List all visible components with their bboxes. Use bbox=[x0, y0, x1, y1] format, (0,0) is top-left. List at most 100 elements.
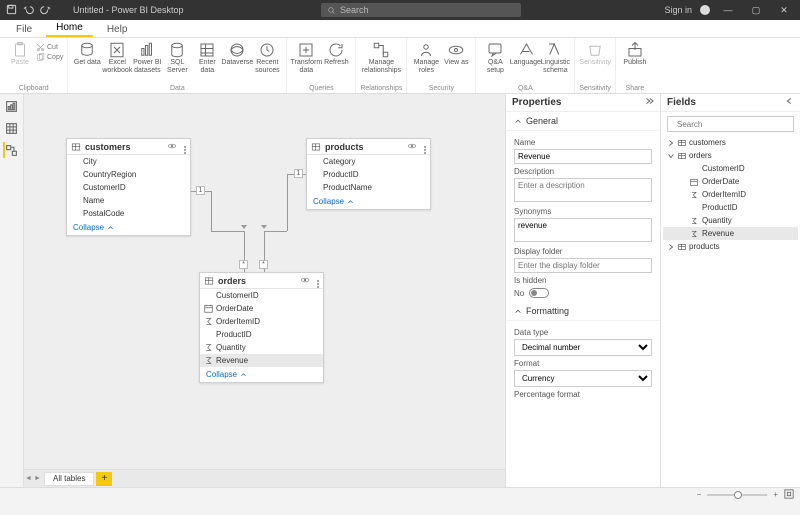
signin-link[interactable]: Sign in bbox=[664, 5, 692, 15]
field-selected[interactable]: Revenue bbox=[200, 354, 323, 367]
prop-folder-label: Display folder bbox=[514, 247, 652, 256]
minimize-button[interactable]: — bbox=[718, 5, 738, 15]
table-products[interactable]: products Category ProductID ProductName … bbox=[306, 138, 431, 210]
recent-sources-button[interactable]: Recent sources bbox=[252, 41, 282, 74]
visibility-icon[interactable] bbox=[167, 141, 181, 153]
manage-relationships-button[interactable]: Manage relationships bbox=[365, 41, 397, 74]
undo-icon[interactable] bbox=[23, 4, 34, 17]
get-data-button[interactable]: Get data bbox=[72, 41, 102, 67]
expand-pane-icon[interactable] bbox=[784, 96, 794, 109]
relationship-line[interactable] bbox=[211, 191, 212, 231]
sql-server-button[interactable]: SQL Server bbox=[162, 41, 192, 74]
paste-button[interactable]: Paste bbox=[4, 41, 36, 67]
prop-format-select[interactable]: Currency bbox=[514, 370, 652, 387]
tab-nav-prev[interactable]: ◄ bbox=[24, 475, 33, 482]
excel-button[interactable]: Excel workbook bbox=[102, 41, 132, 74]
tree-field[interactable]: ProductID bbox=[663, 201, 798, 214]
data-view-button[interactable] bbox=[4, 120, 20, 136]
pbi-datasets-button[interactable]: Power BI datasets bbox=[132, 41, 162, 74]
tree-table-customers[interactable]: customers bbox=[663, 136, 798, 149]
field[interactable]: CountryRegion bbox=[67, 168, 190, 181]
tree-field[interactable]: CustomerID bbox=[663, 162, 798, 175]
more-icon[interactable] bbox=[317, 274, 319, 288]
zoom-in-button[interactable]: + bbox=[773, 490, 778, 499]
report-view-button[interactable] bbox=[4, 98, 20, 114]
field[interactable]: Name bbox=[67, 194, 190, 207]
dataverse-button[interactable]: Dataverse bbox=[222, 41, 252, 67]
field[interactable]: CustomerID bbox=[200, 289, 323, 302]
tab-file[interactable]: File bbox=[6, 22, 42, 37]
field[interactable]: CustomerID bbox=[67, 181, 190, 194]
save-icon[interactable] bbox=[6, 4, 17, 17]
relationship-line[interactable] bbox=[287, 174, 288, 231]
qa-setup-button[interactable]: Q&A setup bbox=[480, 41, 510, 74]
field[interactable]: ProductID bbox=[200, 328, 323, 341]
prop-name-input[interactable] bbox=[514, 149, 652, 164]
manage-roles-button[interactable]: Manage roles bbox=[411, 41, 441, 74]
tree-field[interactable]: OrderItemID bbox=[663, 188, 798, 201]
maximize-button[interactable]: ▢ bbox=[746, 5, 766, 16]
zoom-out-button[interactable]: − bbox=[697, 490, 702, 499]
collapse-pane-icon[interactable] bbox=[644, 96, 654, 109]
enter-data-button[interactable]: Enter data bbox=[192, 41, 222, 74]
sensitivity-button[interactable]: Sensitivity bbox=[580, 41, 610, 67]
tab-help[interactable]: Help bbox=[97, 22, 138, 37]
add-tab-button[interactable]: + bbox=[96, 472, 112, 486]
avatar[interactable] bbox=[700, 5, 710, 15]
field[interactable]: ProductID bbox=[307, 168, 430, 181]
close-button[interactable]: ✕ bbox=[774, 5, 794, 16]
table-orders[interactable]: orders CustomerID OrderDate OrderItemID … bbox=[199, 272, 324, 383]
redo-icon[interactable] bbox=[40, 4, 51, 17]
title-search[interactable]: Search bbox=[321, 3, 521, 17]
table-icon bbox=[204, 276, 214, 286]
field[interactable]: City bbox=[67, 155, 190, 168]
cut-button[interactable]: Cut bbox=[36, 43, 63, 52]
prop-format-label: Format bbox=[514, 359, 652, 368]
group-label-clipboard: Clipboard bbox=[19, 85, 49, 92]
fit-to-page-button[interactable] bbox=[784, 489, 794, 501]
model-canvas[interactable]: customers City CountryRegion CustomerID … bbox=[24, 94, 505, 487]
tree-table-orders[interactable]: orders bbox=[663, 149, 798, 162]
visibility-icon[interactable] bbox=[407, 141, 421, 153]
field[interactable]: Category bbox=[307, 155, 430, 168]
language-button[interactable]: Language bbox=[510, 41, 540, 67]
field[interactable]: Quantity bbox=[200, 341, 323, 354]
collapse-link[interactable]: Collapse bbox=[307, 194, 430, 209]
section-general[interactable]: General bbox=[506, 112, 660, 131]
collapse-link[interactable]: Collapse bbox=[200, 367, 323, 382]
table-customers[interactable]: customers City CountryRegion CustomerID … bbox=[66, 138, 191, 236]
collapse-link[interactable]: Collapse bbox=[67, 220, 190, 235]
visibility-icon[interactable] bbox=[300, 275, 314, 287]
more-icon[interactable] bbox=[424, 140, 426, 154]
tree-field[interactable]: OrderDate bbox=[663, 175, 798, 188]
tab-home[interactable]: Home bbox=[46, 20, 93, 37]
model-view-button[interactable] bbox=[3, 142, 19, 158]
tab-nav-next[interactable]: ► bbox=[33, 475, 42, 482]
view-as-button[interactable]: View as bbox=[441, 41, 471, 67]
copy-button[interactable]: Copy bbox=[36, 53, 63, 62]
publish-button[interactable]: Publish bbox=[620, 41, 650, 67]
tab-all-tables[interactable]: All tables bbox=[44, 472, 94, 486]
prop-hidden-toggle[interactable] bbox=[529, 288, 549, 298]
section-formatting[interactable]: Formatting bbox=[506, 302, 660, 321]
prop-desc-input[interactable] bbox=[514, 178, 652, 202]
transform-data-button[interactable]: Transform data bbox=[291, 41, 321, 74]
fields-search-input[interactable] bbox=[675, 119, 789, 130]
prop-dtype-select[interactable]: Decimal number bbox=[514, 339, 652, 356]
chevron-down-icon bbox=[667, 152, 675, 160]
linguistic-schema-button[interactable]: Linguistic schema bbox=[540, 41, 570, 74]
prop-syn-input[interactable]: revenue bbox=[514, 218, 652, 242]
title-search-placeholder: Search bbox=[340, 5, 369, 15]
refresh-button[interactable]: Refresh bbox=[321, 41, 351, 67]
field[interactable]: PostalCode bbox=[67, 207, 190, 220]
tree-field-selected[interactable]: Revenue bbox=[663, 227, 798, 240]
field[interactable]: OrderItemID bbox=[200, 315, 323, 328]
field[interactable]: ProductName bbox=[307, 181, 430, 194]
prop-folder-input[interactable] bbox=[514, 258, 652, 273]
tree-table-products[interactable]: products bbox=[663, 240, 798, 253]
tree-field[interactable]: Quantity bbox=[663, 214, 798, 227]
field[interactable]: OrderDate bbox=[200, 302, 323, 315]
fields-search[interactable] bbox=[667, 116, 794, 132]
more-icon[interactable] bbox=[184, 140, 186, 154]
zoom-slider[interactable] bbox=[707, 494, 767, 496]
